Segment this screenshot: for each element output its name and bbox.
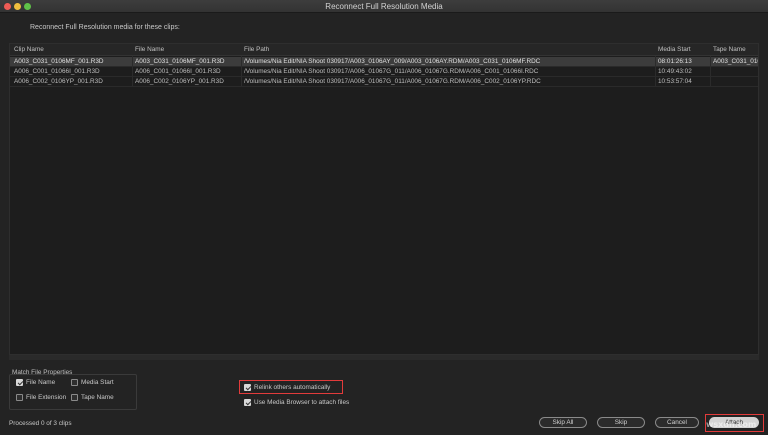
horizontal-scrollbar[interactable] — [9, 355, 759, 360]
checkbox-icon — [16, 379, 23, 386]
checkbox-label: Tape Name — [81, 394, 114, 401]
skip-all-button[interactable]: Skip All — [539, 417, 587, 428]
table-row[interactable]: A006_C002_0106YP_001.R3D A006_C002_0106Y… — [10, 77, 758, 87]
checkbox-icon — [244, 399, 251, 406]
match-file-extension-checkbox[interactable]: File Extension — [16, 394, 66, 401]
watermark-text: wsxdn.com — [706, 420, 757, 429]
status-text: Processed 0 of 3 clips — [9, 420, 72, 427]
match-media-start-checkbox[interactable]: Media Start — [71, 379, 114, 386]
cell-file-path: /Volumes/Nia Edit/NIA Shoot 030917/A006_… — [244, 78, 541, 85]
window-title: Reconnect Full Resolution Media — [325, 2, 443, 11]
cancel-button[interactable]: Cancel — [655, 417, 699, 428]
checkbox-icon — [71, 394, 78, 401]
skip-button[interactable]: Skip — [597, 417, 645, 428]
checkbox-icon — [16, 394, 23, 401]
column-divider[interactable] — [241, 56, 242, 86]
table-row[interactable]: A006_C001_01066I_001.R3D A006_C001_01066… — [10, 67, 758, 77]
column-header-tape-name[interactable]: Tape Name — [713, 45, 758, 55]
clips-table: Clip Name File Name File Path Media Star… — [9, 43, 759, 355]
cell-file-name: A006_C001_01066I_001.R3D — [135, 68, 221, 75]
cell-file-path: /Volumes/Nia Edit/NIA Shoot 030917/A006_… — [244, 68, 539, 75]
table-header: Clip Name File Name File Path Media Star… — [10, 44, 758, 56]
window-titlebar: Reconnect Full Resolution Media — [0, 0, 768, 13]
checkbox-label: File Name — [26, 379, 56, 386]
column-header-media-start[interactable]: Media Start — [658, 45, 710, 55]
checkbox-label: File Extension — [26, 394, 67, 401]
cell-tape-name: A003_C031_010 — [713, 58, 759, 65]
maximize-window-button[interactable] — [24, 3, 31, 10]
match-file-properties-label: Match File Properties — [12, 369, 73, 376]
column-divider[interactable] — [655, 56, 656, 86]
table-row[interactable]: A003_C031_0106MF_001.R3D A003_C031_0106M… — [10, 57, 758, 67]
cell-media-start: 10:49:43:02 — [658, 68, 692, 75]
match-tape-name-checkbox[interactable]: Tape Name — [71, 394, 114, 401]
cell-clip-name: A006_C002_0106YP_001.R3D — [14, 78, 103, 85]
cell-file-name: A003_C031_0106MF_001.R3D — [135, 58, 225, 65]
column-header-file-path[interactable]: File Path — [244, 45, 654, 55]
column-header-file-name[interactable]: File Name — [135, 45, 240, 55]
dialog-instructions: Reconnect Full Resolution media for thes… — [30, 24, 180, 31]
checkbox-icon — [71, 379, 78, 386]
use-media-browser-checkbox[interactable]: Use Media Browser to attach files — [244, 399, 349, 406]
cell-media-start: 08:01:26:13 — [658, 58, 692, 65]
checkbox-label: Use Media Browser to attach files — [254, 399, 350, 406]
match-file-name-checkbox[interactable]: File Name — [16, 379, 55, 386]
checkbox-label: Media Start — [81, 379, 114, 386]
column-divider[interactable] — [132, 56, 133, 86]
cell-media-start: 10:53:57:04 — [658, 78, 692, 85]
cell-clip-name: A006_C001_01066I_001.R3D — [14, 68, 100, 75]
highlight-outline — [239, 380, 343, 394]
column-divider[interactable] — [710, 56, 711, 86]
column-header-clip-name[interactable]: Clip Name — [14, 45, 132, 55]
minimize-window-button[interactable] — [14, 3, 21, 10]
cell-file-path: /Volumes/Nia Edit/NIA Shoot 030917/A003_… — [244, 58, 541, 65]
close-window-button[interactable] — [4, 3, 11, 10]
cell-clip-name: A003_C031_0106MF_001.R3D — [14, 58, 104, 65]
cell-file-name: A006_C002_0106YP_001.R3D — [135, 78, 224, 85]
